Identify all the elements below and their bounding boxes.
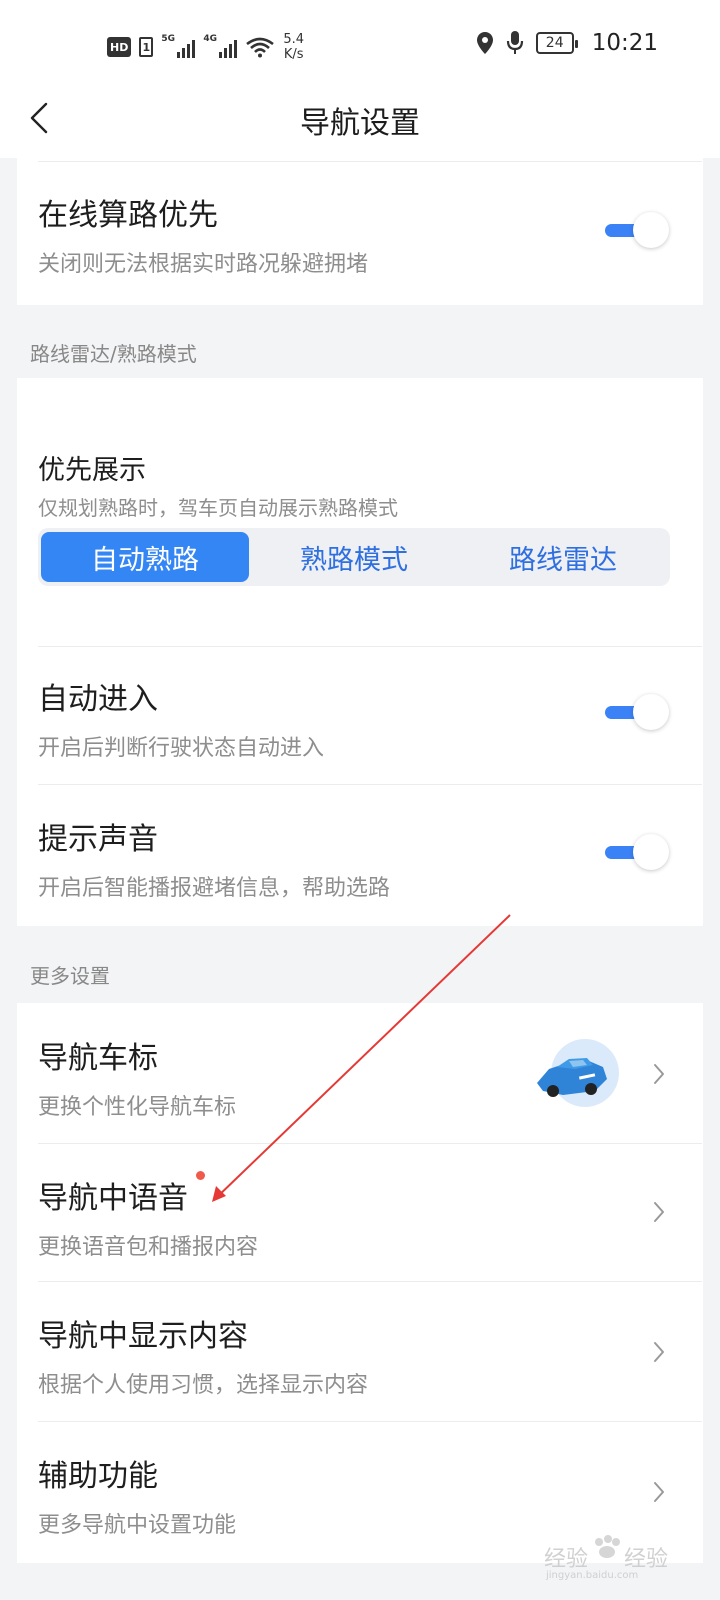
wifi-icon — [246, 37, 275, 58]
card-online-route: 在线算路优先 关闭则无法根据实时路况躲避拥堵 — [17, 158, 703, 305]
auto-enter-title: 自动进入 — [38, 682, 158, 717]
toggle-knob — [633, 212, 669, 248]
location-icon — [476, 32, 493, 54]
sim-badge: 1 — [139, 37, 154, 57]
sound-subtitle: 开启后智能播报避堵信息，帮助选路 — [38, 876, 391, 901]
chevron-right-icon — [654, 1064, 664, 1084]
setting-prompt-sound[interactable]: 提示声音 开启后智能播报避堵信息，帮助选路 — [17, 784, 703, 926]
prompt-sound-toggle[interactable] — [603, 832, 673, 872]
mic-icon — [506, 31, 523, 54]
setting-voice[interactable]: 导航中语音 更换语音包和播报内容 — [17, 1143, 703, 1281]
car-avatar-icon — [537, 1039, 619, 1107]
net-4g-label: 4G — [203, 34, 217, 44]
display-title: 导航中显示内容 — [38, 1319, 248, 1354]
seg-option-radar[interactable]: 路线雷达 — [459, 532, 667, 582]
seg-option-auto[interactable]: 自动熟路 — [41, 532, 249, 582]
watermark-text: 经验 — [544, 1547, 588, 1572]
priority-segmented-control: 自动熟路 熟路模式 路线雷达 — [38, 528, 670, 586]
toggle-knob — [633, 834, 669, 870]
online-route-toggle[interactable] — [603, 210, 673, 250]
toggle-knob — [633, 694, 669, 730]
assist-title: 辅助功能 — [38, 1459, 158, 1494]
baidu-watermark: 经验 经验 jingyan.baidu.com — [544, 1535, 668, 1580]
car-icon-subtitle: 更换个性化导航车标 — [38, 1095, 237, 1120]
section-route-radar-label: 路线雷达/熟路模式 — [30, 342, 197, 366]
page-title: 导航设置 — [300, 106, 420, 141]
network-speed: 5.4 K/s — [283, 32, 304, 62]
section-more-label: 更多设置 — [30, 964, 110, 988]
setting-priority-display: 优先展示 仅规划熟路时，驾车页自动展示熟路模式 自动熟路 熟路模式 路线雷达 — [17, 378, 703, 646]
card-route-radar: 优先展示 仅规划熟路时，驾车页自动展示熟路模式 自动熟路 熟路模式 路线雷达 自… — [17, 378, 703, 926]
setting-auto-enter[interactable]: 自动进入 开启后判断行驶状态自动进入 — [17, 646, 703, 784]
card-more-settings: 导航车标 更换个性化导航车标 导航中语音 更换语音包和播报内容 导航中显示内容 … — [17, 1003, 703, 1563]
speed-unit: K/s — [283, 47, 304, 62]
priority-title: 优先展示 — [38, 455, 146, 486]
setting-display-content[interactable]: 导航中显示内容 根据个人使用习惯，选择显示内容 — [17, 1281, 703, 1421]
voice-subtitle: 更换语音包和播报内容 — [38, 1235, 259, 1260]
online-route-subtitle: 关闭则无法根据实时路况躲避拥堵 — [38, 252, 369, 277]
clock: 10:21 — [591, 30, 658, 56]
hd-badge: HD — [107, 37, 132, 57]
signal-5g-icon: 5G — [161, 34, 196, 58]
auto-enter-toggle[interactable] — [603, 692, 673, 732]
setting-online-route[interactable]: 在线算路优先 关闭则无法根据实时路况躲避拥堵 — [17, 158, 703, 305]
online-route-title: 在线算路优先 — [38, 198, 218, 233]
net-5g-label: 5G — [161, 34, 175, 44]
status-left: HD 1 5G 4G 5.4 K/s — [107, 32, 304, 62]
status-right: 24 10:21 — [476, 30, 658, 56]
sound-title: 提示声音 — [38, 822, 158, 857]
speed-value: 5.4 — [283, 32, 305, 47]
chevron-right-icon — [654, 1202, 664, 1222]
auto-enter-subtitle: 开启后判断行驶状态自动进入 — [38, 736, 325, 761]
new-badge-dot — [196, 1171, 205, 1180]
voice-title: 导航中语音 — [38, 1181, 188, 1216]
chevron-right-icon — [654, 1342, 664, 1362]
nav-header: 导航设置 — [0, 90, 720, 158]
signal-4g-icon: 4G — [203, 34, 238, 58]
priority-subtitle: 仅规划熟路时，驾车页自动展示熟路模式 — [38, 496, 398, 520]
watermark-label: 经验 — [624, 1547, 668, 1572]
status-bar: HD 1 5G 4G 5.4 K/s 24 10:21 — [0, 0, 720, 90]
display-subtitle: 根据个人使用习惯，选择显示内容 — [38, 1373, 369, 1398]
chevron-right-icon — [654, 1482, 664, 1502]
assist-subtitle: 更多导航中设置功能 — [38, 1513, 237, 1538]
seg-option-familiar[interactable]: 熟路模式 — [250, 532, 458, 582]
watermark-url: jingyan.baidu.com — [545, 1570, 638, 1580]
setting-car-icon[interactable]: 导航车标 更换个性化导航车标 — [17, 1003, 703, 1143]
battery-icon: 24 — [535, 32, 578, 54]
car-icon-title: 导航车标 — [38, 1041, 158, 1076]
